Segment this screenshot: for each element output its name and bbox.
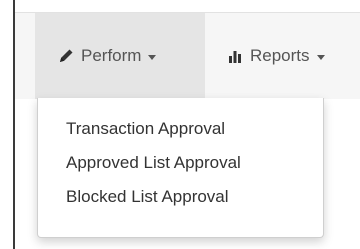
menu-item-blocked-list-approval[interactable]: Blocked List Approval	[38, 180, 323, 214]
bar-chart-icon	[226, 47, 244, 65]
top-navbar: Perform Reports	[15, 12, 360, 99]
chevron-down-icon	[148, 54, 157, 60]
menu-item-transaction-approval[interactable]: Transaction Approval	[38, 112, 323, 146]
nav-perform-dropdown-toggle[interactable]: Perform	[35, 13, 205, 99]
app-frame: Perform Reports Transaction Approval App…	[0, 0, 360, 249]
pencil-icon	[57, 47, 75, 65]
menu-item-approved-list-approval[interactable]: Approved List Approval	[38, 146, 323, 180]
nav-perform-label: Perform	[81, 46, 142, 65]
perform-dropdown-menu: Transaction Approval Approved List Appro…	[37, 98, 324, 238]
chevron-down-icon	[316, 54, 325, 60]
nav-reports-label: Reports	[250, 46, 310, 65]
nav-reports-dropdown-toggle[interactable]: Reports	[205, 13, 360, 99]
